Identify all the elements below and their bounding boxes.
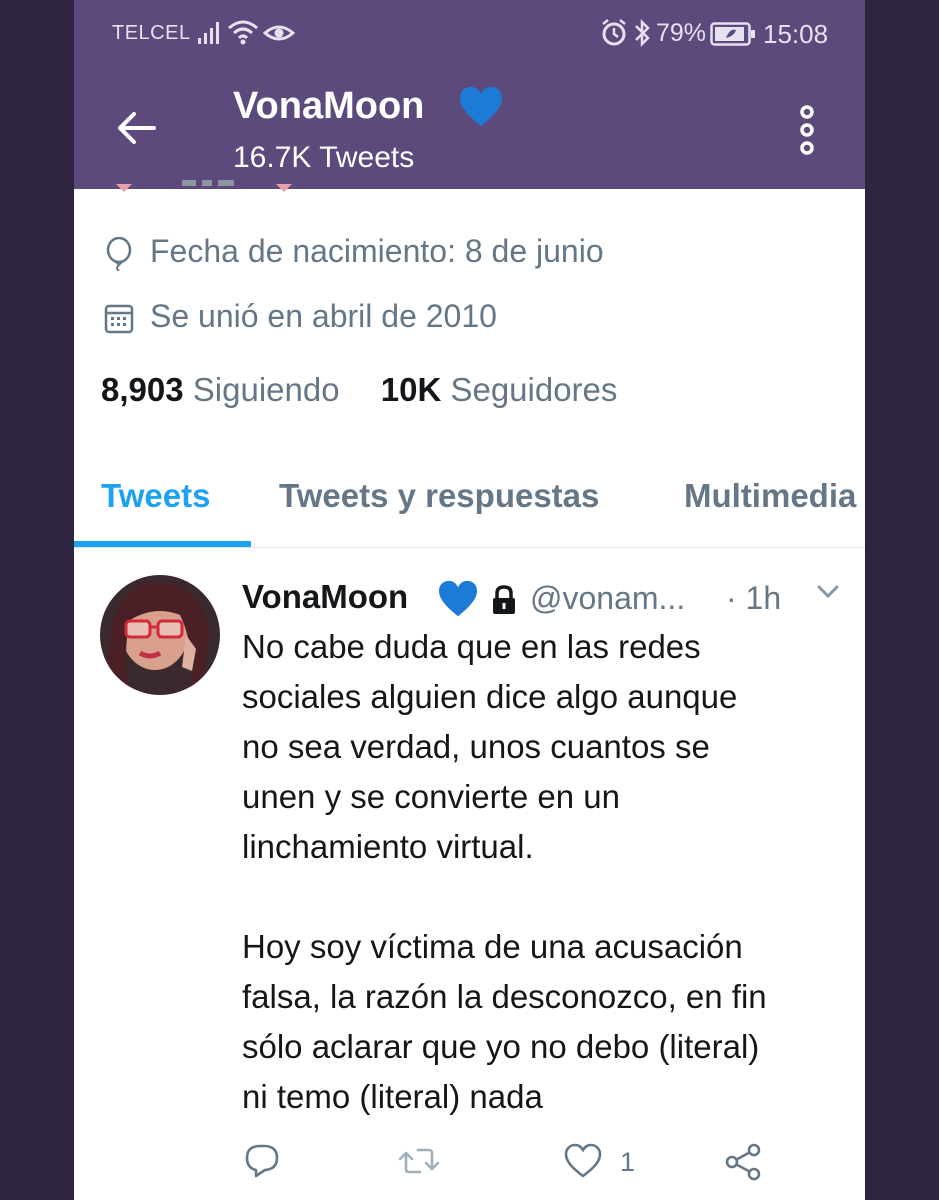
tab-tweets[interactable]: Tweets — [101, 477, 210, 515]
tab-tweets-and-replies[interactable]: Tweets y respuestas — [279, 477, 599, 515]
retweet-icon[interactable] — [398, 1143, 440, 1179]
clock: 15:08 — [763, 19, 829, 49]
share-icon[interactable] — [724, 1143, 762, 1181]
followers-link[interactable]: 10K Seguidores — [381, 371, 618, 408]
birthday-text: Fecha de nacimiento: 8 de junio — [150, 233, 604, 269]
profile-tabs: Tweets Tweets y respuestas Multimedia — [74, 465, 865, 548]
followers-count: 10K — [380, 371, 442, 408]
follow-stats: 8,903 Siguiendo 10K Seguidores — [101, 371, 617, 409]
tweet-timestamp[interactable]: · 1h — [726, 580, 781, 617]
more-options-icon[interactable] — [792, 104, 822, 156]
tweet-text-line: falsa, la razón la desconozco, en fin — [242, 978, 767, 1015]
wifi-icon — [228, 20, 258, 45]
eye-icon — [263, 25, 295, 41]
header-tweet-count: 16.7K Tweets — [233, 141, 415, 174]
tweet-text-line: sólo aclarar que yo no debo (literal) — [242, 1028, 760, 1065]
tweet-text-line: no sea verdad, unos cuantos se — [242, 728, 710, 765]
blue-heart-icon — [460, 87, 502, 126]
battery-percent: 79% — [656, 19, 707, 47]
header-display-name: VonaMoon — [233, 85, 425, 127]
profile-header-bar: VonaMoon 16.7K Tweets — [74, 68, 865, 189]
tweet-text-line: ni temo (literal) nada — [242, 1078, 543, 1115]
tweet-text-line: sociales alguien dice algo aunque — [242, 678, 738, 715]
following-label: Siguiendo — [192, 371, 340, 408]
like-heart-icon[interactable] — [564, 1143, 602, 1179]
bio-remnant — [116, 180, 292, 192]
joined-text: Se unió en abril de 2010 — [150, 298, 497, 334]
battery-icon — [710, 22, 755, 46]
tweet-text-line: Hoy soy víctima de una acusación — [242, 928, 743, 965]
avatar[interactable] — [100, 575, 220, 695]
phone-screen: TELCEL 79% 15:08 VonaMoon 16.7K Tweets F… — [74, 0, 865, 1200]
reply-icon[interactable] — [244, 1143, 280, 1179]
calendar-icon — [104, 304, 134, 334]
following-count: 8,903 — [101, 371, 184, 408]
tab-media[interactable]: Multimedia — [684, 477, 856, 515]
following-link[interactable]: 8,903 Siguiendo — [101, 371, 340, 408]
tweet-text-line: No cabe duda que en las redes — [242, 628, 701, 665]
tweet-text-line: linchamiento virtual. — [242, 828, 534, 865]
blue-heart-icon — [439, 580, 477, 617]
chevron-down-icon[interactable] — [816, 584, 840, 600]
lock-icon — [493, 585, 515, 614]
tweet-author-name[interactable]: VonaMoon — [242, 578, 408, 616]
carrier-label: TELCEL — [112, 22, 191, 44]
status-bar: TELCEL 79% 15:08 — [74, 0, 865, 68]
like-count: 1 — [620, 1147, 636, 1177]
active-tab-indicator — [74, 541, 251, 547]
balloon-icon — [106, 237, 132, 271]
tweet-text-line: unen y se convierte en un — [242, 778, 620, 815]
alarm-icon — [602, 19, 626, 46]
tweet-handle[interactable]: @vonam... — [530, 580, 685, 617]
followers-label: Seguidores — [450, 371, 618, 408]
signal-icon — [198, 22, 219, 44]
back-arrow-icon[interactable] — [114, 106, 158, 150]
bluetooth-icon — [635, 18, 650, 48]
